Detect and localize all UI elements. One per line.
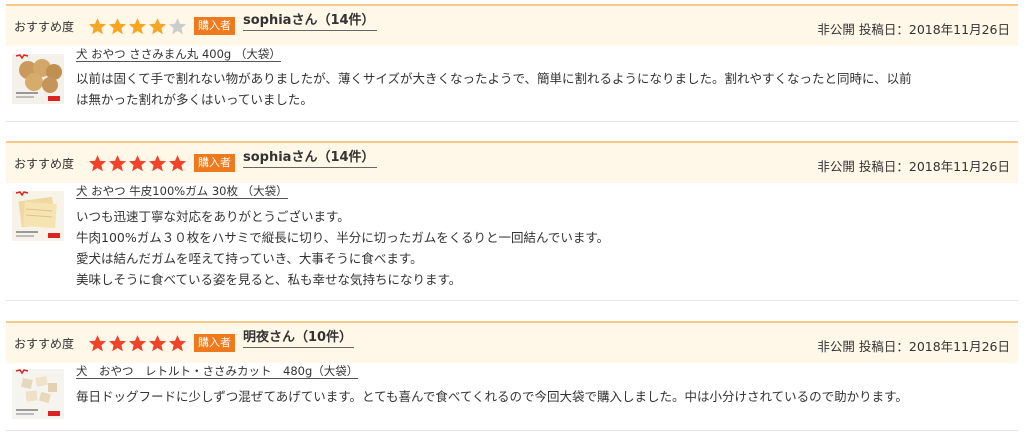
review-text-line: 以前は固くて手で割れない物がありましたが、薄くサイズが大きくなったようで、簡単に… [76, 71, 912, 86]
recommend-label: おすすめ度 [14, 156, 75, 171]
star-filled-icon [88, 154, 107, 171]
star-filled-icon [148, 334, 167, 351]
posted-label: 投稿日： [858, 159, 909, 174]
review-text-line: 美味しそうに食べている姿を見ると、私も幸せな気持ちになります。 [76, 272, 462, 287]
review-header: おすすめ度 購入者 sophiaさん（14件） 非公開 投稿日：2018年11月… [6, 141, 1018, 183]
star-filled-icon [88, 17, 107, 34]
star-rating [88, 17, 188, 36]
post-meta: 非公開 投稿日：2018年11月26日 [817, 19, 1010, 38]
post-meta: 非公開 投稿日：2018年11月26日 [817, 336, 1010, 355]
star-filled-icon [128, 17, 147, 34]
posted-label: 投稿日： [858, 339, 909, 354]
star-filled-icon [168, 154, 187, 171]
star-filled-icon [88, 334, 107, 351]
product-thumbnail[interactable] [12, 369, 64, 419]
review-header: おすすめ度 購入者 明夜さん（10件） 非公開 投稿日：2018年11月26日 [6, 321, 1018, 363]
review-text: いつも迅速丁寧な対応をありがとうございます。 牛肉100%ガム３０枚をハサミで縦… [76, 206, 1016, 290]
post-date: 2018年11月26日 [908, 339, 1010, 354]
post-date: 2018年11月26日 [908, 159, 1010, 174]
review-text-line: いつも迅速丁寧な対応をありがとうございます。 [76, 209, 350, 224]
privacy-status: 非公開 [817, 339, 855, 354]
review-body: 犬 おやつ レトルト・ささみカット 480g（大袋） 毎日ドッグフードに少しずつ… [6, 363, 1018, 431]
review-text: 以前は固くて手で割れない物がありましたが、薄くサイズが大きくなったようで、簡単に… [76, 68, 1016, 110]
star-filled-icon [168, 334, 187, 351]
review-body: 犬 おやつ ささみまん丸 400g （大袋） 以前は固くて手で割れない物がありま… [6, 46, 1018, 122]
buyer-badge: 購入者 [194, 334, 235, 352]
star-filled-icon [128, 334, 147, 351]
review-text-line: 牛肉100%ガム３０枚をハサミで縦長に切り、半分に切ったガムをくるりと一回結んで… [76, 230, 610, 245]
review-item: おすすめ度 購入者 sophiaさん（14件） 非公開 投稿日：2018年11月… [6, 141, 1018, 301]
review-text-line: 愛犬は結んだガムを咥えて持っていき、大事そうに食べます。 [76, 251, 423, 266]
star-filled-icon [128, 154, 147, 171]
privacy-status: 非公開 [817, 159, 855, 174]
review-text-line: は無かった割れが多くはいっていました。 [76, 92, 313, 107]
review-list: おすすめ度 購入者 sophiaさん（14件） 非公開 投稿日：2018年11月… [0, 0, 1024, 435]
product-thumbnail[interactable] [12, 54, 64, 104]
post-date: 2018年11月26日 [908, 22, 1010, 37]
star-filled-icon [108, 154, 127, 171]
star-rating [88, 154, 188, 173]
privacy-status: 非公開 [817, 22, 855, 37]
review-header: おすすめ度 購入者 sophiaさん（14件） 非公開 投稿日：2018年11月… [6, 4, 1018, 46]
recommend-label: おすすめ度 [14, 19, 75, 34]
review-item: おすすめ度 購入者 明夜さん（10件） 非公開 投稿日：2018年11月26日 [6, 321, 1018, 431]
reviewer-name-link[interactable]: sophiaさん（14件） [243, 150, 377, 168]
product-thumbnail[interactable] [12, 191, 64, 241]
reviewer-name-link[interactable]: 明夜さん（10件） [243, 330, 355, 348]
product-link[interactable]: 犬 おやつ ささみまん丸 400g （大袋） [76, 47, 281, 62]
product-link[interactable]: 犬 おやつ レトルト・ささみカット 480g（大袋） [76, 364, 359, 379]
reviewer-name-link[interactable]: sophiaさん（14件） [243, 13, 377, 31]
star-filled-icon [148, 154, 167, 171]
star-empty-icon [168, 17, 187, 34]
posted-label: 投稿日： [858, 22, 909, 37]
star-filled-icon [108, 17, 127, 34]
review-item: おすすめ度 購入者 sophiaさん（14件） 非公開 投稿日：2018年11月… [6, 4, 1018, 122]
review-body: 犬 おやつ 牛皮100%ガム 30枚 （大袋） いつも迅速丁寧な対応をありがとう… [6, 183, 1018, 301]
recommend-label: おすすめ度 [14, 336, 75, 351]
review-text: 毎日ドッグフードに少しずつ混ぜてあげています。とても喜んで食べてくれるので今回大… [76, 386, 1016, 407]
star-filled-icon [108, 334, 127, 351]
post-meta: 非公開 投稿日：2018年11月26日 [817, 156, 1010, 175]
star-rating [88, 334, 188, 353]
product-link[interactable]: 犬 おやつ 牛皮100%ガム 30枚 （大袋） [76, 184, 288, 199]
star-filled-icon [148, 17, 167, 34]
buyer-badge: 購入者 [194, 17, 235, 35]
buyer-badge: 購入者 [194, 154, 235, 172]
review-text-line: 毎日ドッグフードに少しずつ混ぜてあげています。とても喜んで食べてくれるので今回大… [76, 389, 908, 404]
